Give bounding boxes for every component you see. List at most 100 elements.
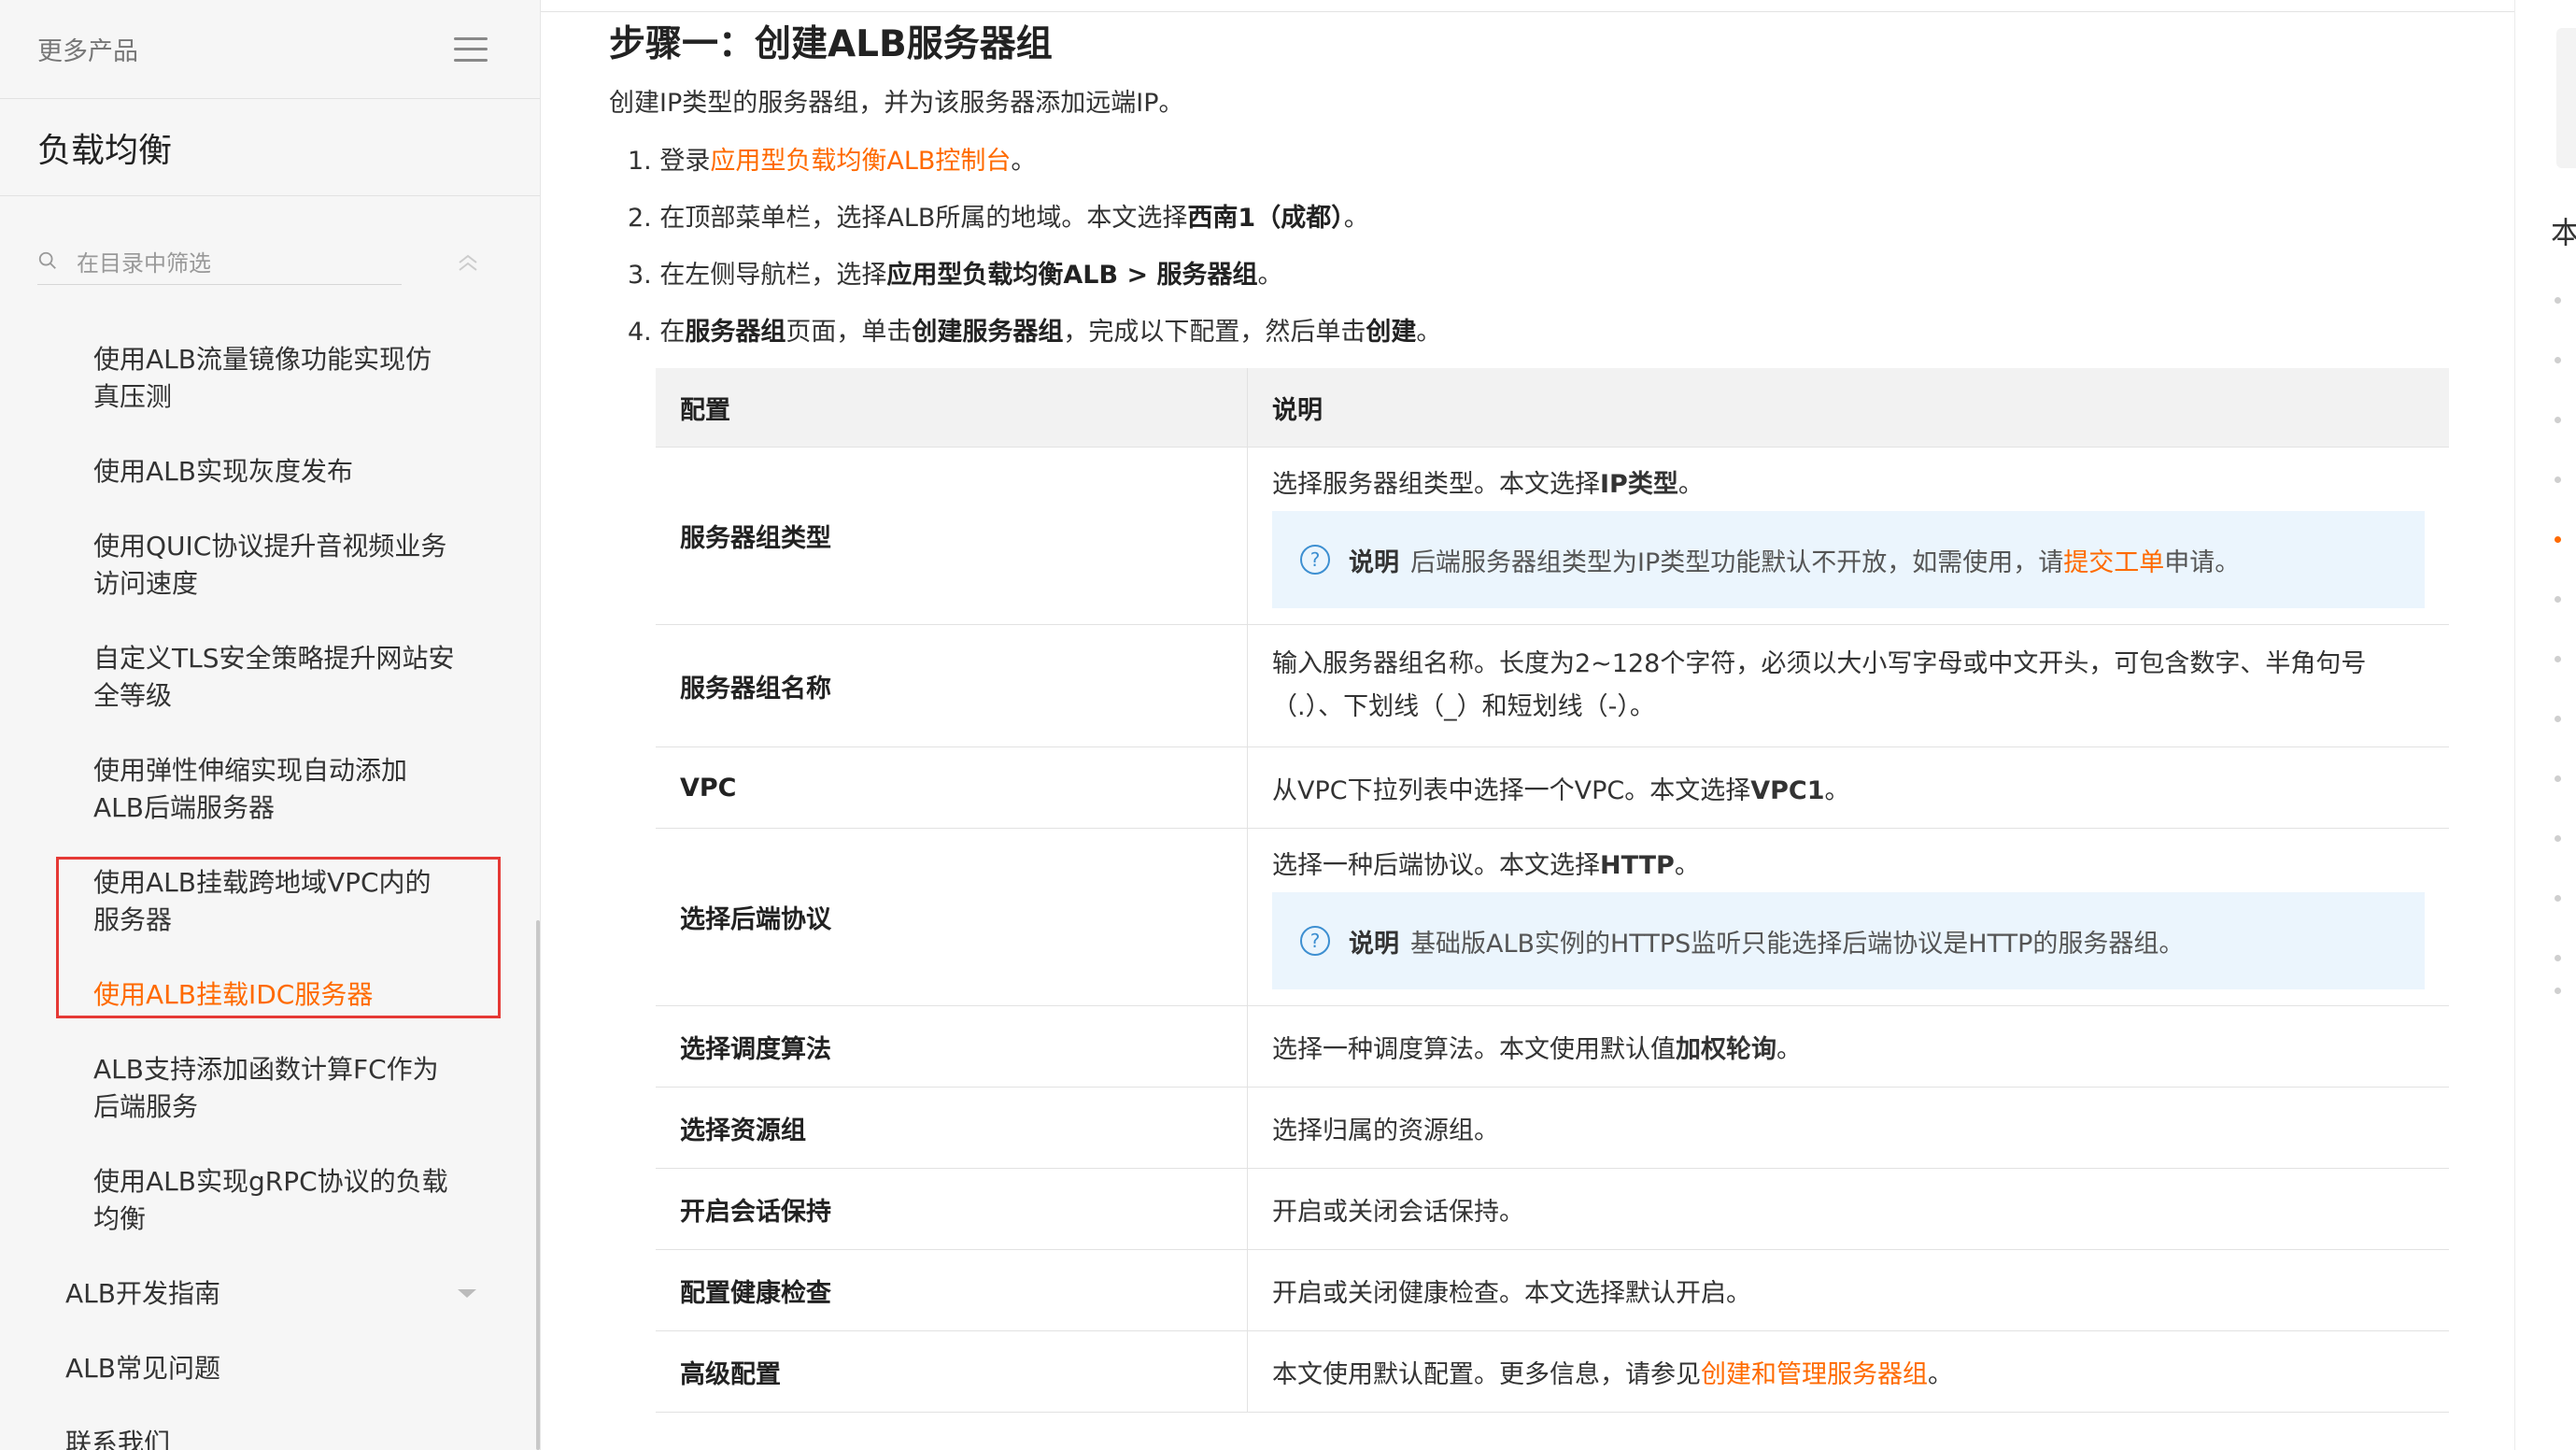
toc-dot[interactable]	[2555, 895, 2561, 902]
toc-dot[interactable]	[2555, 656, 2561, 662]
table-row: 选择资源组 选择归属的资源组。	[656, 1087, 2449, 1169]
svg-text:?: ?	[1310, 930, 1321, 952]
more-products-link[interactable]: 更多产品	[37, 31, 138, 67]
toc-heading: 本	[2551, 215, 2576, 250]
manage-server-group-link[interactable]: 创建和管理服务器组	[1701, 1360, 1928, 1389]
step-number: 1.	[628, 147, 652, 176]
toc-dot[interactable]	[2555, 988, 2561, 994]
toc-dot[interactable]	[2555, 476, 2561, 483]
svg-text:?: ?	[1310, 548, 1321, 571]
toc-dot[interactable]	[2555, 596, 2561, 603]
collapse-all-icon[interactable]	[454, 249, 482, 277]
cell-text: 。	[1674, 851, 1700, 880]
step-3: 3. 在左侧导航栏，选择应用型负载均衡ALB > 服务器组。	[628, 254, 1282, 291]
cell-text: 本文使用默认配置。更多信息，请参见	[1272, 1359, 1701, 1389]
step-text: 登录	[659, 147, 711, 176]
step-2: 2. 在顶部菜单栏，选择ALB所属的地域。本文选择西南1（成都）。	[628, 197, 1369, 234]
table-row: 选择后端协议 选择一种后端协议。本文选择HTTP。 ? 说明 基础版ALB实例的…	[656, 828, 2449, 1006]
config-table: 配置 说明 服务器组类型 选择服务器组类型。本文选择IP类型。 ? 说明 后端服…	[656, 368, 2449, 1413]
cell-text: 。	[1677, 470, 1704, 499]
toc-dot[interactable]	[2555, 297, 2561, 304]
sidebar-item-quic[interactable]: 使用QUIC协议提升音视频业务 访问速度	[93, 528, 467, 603]
menu-icon[interactable]	[454, 36, 488, 62]
row-key: 开启会话保持	[656, 1168, 1248, 1250]
cell-text: 从VPC下拉列表中选择一个VPC。本文选择	[1272, 775, 1751, 805]
chevron-down-icon[interactable]	[458, 1289, 476, 1298]
row-key: VPC	[656, 746, 1248, 829]
sidebar-item-label: 后端服务	[93, 1091, 199, 1122]
sidebar-item-label: ALB后端服务器	[93, 792, 275, 823]
cell-bold: VPC1	[1750, 775, 1825, 805]
step-text: ，完成以下配置，然后单击	[1063, 318, 1366, 347]
step-text: 。	[1257, 261, 1283, 290]
cell-text: 选择一种后端协议。本文选择	[1272, 851, 1600, 880]
table-row: 高级配置 本文使用默认配置。更多信息，请参见创建和管理服务器组。	[656, 1330, 2449, 1413]
step-number: 4.	[628, 318, 652, 347]
toc-dot[interactable]	[2555, 417, 2561, 423]
sidebar-item-faq[interactable]: ALB常见问题	[65, 1350, 439, 1387]
cell-text: 选择服务器组类型。本文选择	[1272, 470, 1600, 499]
sidebar-item-label: 使用ALB流量镜像功能实现仿	[93, 344, 432, 375]
note-text: 后端服务器组类型为IP类型功能默认不开放，如需使用，请	[1410, 547, 2064, 577]
row-key: 配置健康检查	[656, 1249, 1248, 1331]
row-value: 选择服务器组类型。本文选择IP类型。 ? 说明 后端服务器组类型为IP类型功能默…	[1247, 447, 2449, 625]
table-row: 选择调度算法 选择一种调度算法。本文使用默认值加权轮询。	[656, 1005, 2449, 1088]
sidebar-item-label: 使用弹性伸缩实现自动添加	[93, 755, 408, 786]
sidebar-item-auto-scaling[interactable]: 使用弹性伸缩实现自动添加 ALB后端服务器	[93, 752, 467, 827]
sidebar-item-canary-release[interactable]: 使用ALB实现灰度发布	[93, 453, 467, 490]
step-number: 3.	[628, 261, 652, 290]
filter-input[interactable]: 在目录中筛选	[37, 237, 402, 285]
step-text: 在	[659, 318, 686, 347]
sidebar-item-grpc[interactable]: 使用ALB实现gRPC协议的负载 均衡	[93, 1163, 467, 1238]
note-box: ? 说明 基础版ALB实例的HTTPS监听只能选择后端协议是HTTP的服务器组。	[1272, 892, 2425, 989]
alb-console-link[interactable]: 应用型负载均衡ALB控制台	[710, 147, 1011, 176]
table-row: 服务器组名称 输入服务器组名称。长度为2~128个字符，必须以大小写字母或中文开…	[656, 624, 2449, 747]
step-1: 1. 登录应用型负载均衡ALB控制台。	[628, 140, 1036, 177]
toc-dot[interactable]	[2555, 835, 2561, 842]
section-intro: 创建IP类型的服务器组，并为该服务器添加远端IP。	[609, 89, 1184, 118]
step-text: 。	[1343, 204, 1369, 233]
sidebar-item-tls-policy[interactable]: 自定义TLS安全策略提升网站安 全等级	[93, 640, 467, 715]
submit-ticket-link[interactable]: 提交工单	[2063, 542, 2164, 578]
step-bold: 服务器组	[685, 318, 786, 347]
product-title[interactable]: 负载均衡	[0, 99, 540, 196]
feedback-tab[interactable]	[2556, 28, 2576, 168]
sidebar-item-traffic-mirror[interactable]: 使用ALB流量镜像功能实现仿 真压测	[93, 341, 467, 416]
cell-text: （.）、下划线（_）和短划线（-）。	[1272, 692, 1655, 721]
note-text: 基础版ALB实例的HTTPS监听只能选择后端协议是HTTP的服务器组。	[1410, 929, 2185, 959]
step-4: 4. 在服务器组页面，单击创建服务器组，完成以下配置，然后单击创建。	[628, 311, 1441, 348]
sidebar-item-contact[interactable]: 联系我们	[65, 1425, 439, 1450]
help-circle-icon: ?	[1300, 545, 1330, 575]
search-icon	[38, 251, 56, 269]
row-value: 从VPC下拉列表中选择一个VPC。本文选择VPC1。	[1247, 746, 2449, 829]
toc-dot-active[interactable]	[2555, 536, 2561, 543]
toc-dot[interactable]	[2555, 775, 2561, 782]
toc-dot[interactable]	[2555, 357, 2561, 363]
step-text: 。	[1416, 318, 1442, 347]
note-box: ? 说明 后端服务器组类型为IP类型功能默认不开放，如需使用，请 提交工单 申请。	[1272, 511, 2425, 608]
sidebar-item-dev-guide[interactable]: ALB开发指南	[65, 1275, 439, 1313]
row-value: 本文使用默认配置。更多信息，请参见创建和管理服务器组。	[1247, 1330, 2449, 1413]
toc-dot[interactable]	[2555, 716, 2561, 722]
row-value: 选择归属的资源组。	[1247, 1087, 2449, 1169]
row-key: 选择资源组	[656, 1087, 1248, 1169]
note-text: 申请。	[2164, 547, 2241, 577]
table-row: VPC 从VPC下拉列表中选择一个VPC。本文选择VPC1。	[656, 746, 2449, 829]
sidebar-header: 更多产品	[0, 0, 540, 99]
toc-dot[interactable]	[2555, 955, 2561, 961]
step-bold: 应用型负载均衡ALB > 服务器组	[886, 261, 1258, 290]
cell-text: 选择一种调度算法。本文使用默认值	[1272, 1034, 1676, 1064]
step-bold: 创建	[1366, 318, 1417, 347]
cell-bold: IP类型	[1600, 470, 1678, 499]
cell-text: 。	[1824, 775, 1850, 805]
sidebar-scrollbar[interactable]	[536, 920, 540, 1450]
step-text: 。	[1011, 147, 1037, 176]
step-text: 页面，单击	[786, 318, 913, 347]
cell-text: 。	[1776, 1034, 1802, 1064]
cell-bold: 加权轮询	[1676, 1034, 1776, 1064]
table-row: 开启会话保持 开启或关闭会话保持。	[656, 1168, 2449, 1250]
cell-bold: HTTP	[1600, 851, 1675, 880]
sidebar-item-label: 使用QUIC协议提升音视频业务	[93, 531, 447, 562]
sidebar-item-function-compute[interactable]: ALB支持添加函数计算FC作为 后端服务	[93, 1051, 467, 1126]
note-label: 说明	[1349, 547, 1399, 577]
